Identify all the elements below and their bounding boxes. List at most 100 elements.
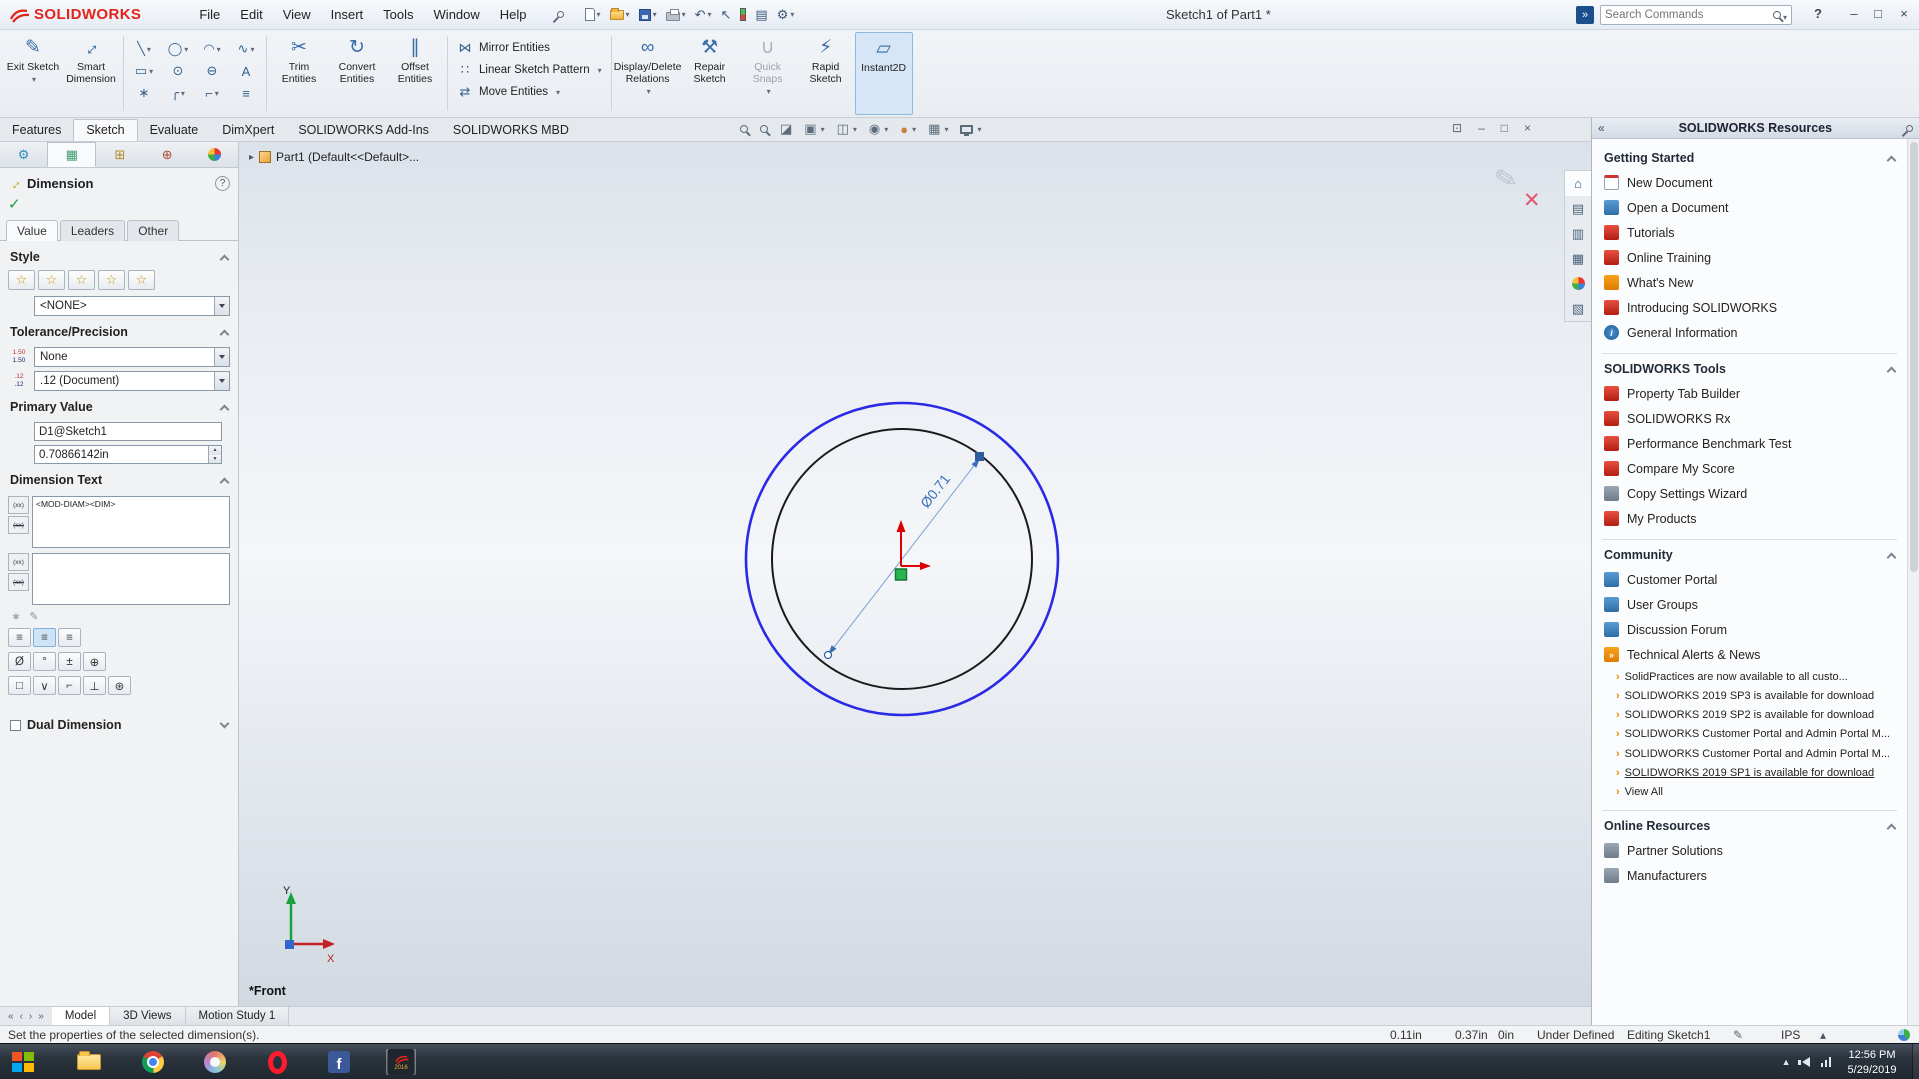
style-preset-dropdown[interactable]: <NONE> (34, 296, 230, 316)
help-button[interactable]: ? (1814, 6, 1822, 21)
tab-solidworks-mbd[interactable]: SOLIDWORKS MBD (441, 120, 581, 141)
display-delete-relations-button[interactable]: ∞ Display/Delete Relations (614, 32, 682, 115)
justify-left-button[interactable]: ≡ (8, 628, 31, 647)
secondary-text-box[interactable] (32, 553, 230, 605)
add-parenthesis-button[interactable]: (xx) (8, 496, 29, 514)
exit-sketch-flyout[interactable] (30, 73, 36, 85)
item-online-training[interactable]: Online Training (1602, 245, 1897, 270)
tolerance-section-header[interactable]: Tolerance/Precision (0, 316, 238, 343)
window-close-button[interactable]: × (1893, 6, 1915, 21)
opera-taskbar-button[interactable] (262, 1049, 292, 1075)
view-all-link[interactable]: › View All (1602, 783, 1897, 802)
dropdown-button[interactable] (214, 297, 229, 315)
item-customer-portal[interactable]: Customer Portal (1602, 567, 1897, 592)
network-icon[interactable] (1820, 1057, 1831, 1067)
style-section-header[interactable]: Style (0, 241, 238, 268)
news-item[interactable]: › SOLIDWORKS 2019 SP2 is available for do… (1602, 706, 1897, 725)
search-input[interactable] (1605, 9, 1773, 21)
exit-sketch-button[interactable]: ✎ Exit Sketch (4, 32, 62, 115)
3dexperience-status-icon[interactable] (1898, 1029, 1910, 1041)
dimension-text-section-header[interactable]: Dimension Text (0, 464, 238, 491)
menu-help[interactable]: Help (490, 2, 537, 27)
load-style-button[interactable]: ☆ (128, 270, 155, 290)
fillet-tool-button[interactable]: ╭ (161, 82, 195, 104)
circle-tool-button[interactable]: ◯ (161, 38, 195, 60)
menu-view[interactable]: View (273, 2, 321, 27)
file-explorer-taskbar-button[interactable] (74, 1049, 104, 1075)
add-style-button[interactable]: ☆ (38, 270, 65, 290)
news-item-link[interactable]: › SOLIDWORKS 2019 SP1 is available for do… (1602, 763, 1897, 782)
window-restore-button[interactable]: □ (1867, 6, 1889, 21)
item-compare-my-score[interactable]: Compare My Score (1602, 456, 1897, 481)
design-library-tab[interactable]: ▤ (1565, 196, 1591, 221)
tab-leaders[interactable]: Leaders (59, 220, 126, 241)
search-icon[interactable] (1772, 11, 1781, 19)
feature-manager-tab[interactable]: ⚙ (0, 142, 47, 167)
repair-sketch-button[interactable]: ⚒ Repair Sketch (681, 32, 739, 115)
online-resources-header[interactable]: Online Resources (1602, 811, 1897, 838)
tab-model[interactable]: Model (51, 1007, 111, 1025)
convert-entities-button[interactable]: ↻ Convert Entities (328, 32, 386, 115)
sketch-canvas[interactable]: Ø0.71 (239, 142, 1591, 1006)
slot-tool-button[interactable]: ⊙ (161, 60, 195, 82)
value-spinner[interactable]: ▲ ▼ (208, 446, 221, 463)
item-new-document[interactable]: New Document (1602, 170, 1897, 195)
item-partner-solutions[interactable]: Partner Solutions (1602, 838, 1897, 863)
start-button[interactable] (8, 1049, 38, 1075)
property-manager-tab[interactable]: ▦ (47, 142, 97, 167)
instant2d-button[interactable]: ▱ Instant2D (854, 32, 913, 115)
item-manufacturers[interactable]: Manufacturers (1602, 863, 1897, 888)
options-button[interactable]: ⚙ (774, 4, 798, 26)
sheet-properties-button[interactable]: ▤ (752, 4, 770, 26)
center-dimension-icon[interactable]: ∗ (8, 610, 24, 623)
item-tutorials[interactable]: Tutorials (1602, 220, 1897, 245)
tab-other[interactable]: Other (127, 220, 180, 241)
centerline-symbol-button[interactable]: ⊕ (83, 652, 106, 671)
more-symbols-button[interactable]: ⊛ (108, 676, 131, 695)
show-desktop-button[interactable] (1912, 1044, 1919, 1079)
display-manager-tab[interactable] (191, 142, 238, 167)
rapid-sketch-button[interactable]: ⚡ Rapid Sketch (797, 32, 855, 115)
undo-button[interactable]: ↶ (692, 4, 715, 26)
tray-expand-icon[interactable]: ▲ (1782, 1057, 1791, 1067)
rectangle-tool-button[interactable]: ▭ (127, 60, 161, 82)
new-document-button[interactable] (582, 4, 604, 26)
menu-pin-icon[interactable] (555, 9, 565, 20)
zoom-fit-button[interactable] (740, 125, 748, 133)
item-general-information[interactable]: i General Information (1602, 320, 1897, 345)
item-introducing-solidworks[interactable]: Introducing SOLIDWORKS (1602, 295, 1897, 320)
configuration-manager-tab[interactable]: ⊞ (96, 142, 143, 167)
paint-taskbar-button[interactable] (200, 1049, 230, 1075)
menu-window[interactable]: Window (424, 2, 490, 27)
tab-3d-views[interactable]: 3D Views (110, 1007, 186, 1025)
zoom-area-button[interactable] (760, 125, 768, 133)
precision-dropdown[interactable]: .12 (Document) (34, 371, 230, 391)
unit-system-dropdown-icon[interactable]: ▴ (1820, 1028, 1826, 1042)
collapse-pane-icon[interactable]: « (1598, 121, 1605, 135)
print-button[interactable] (663, 4, 689, 26)
hatch-tool-button[interactable]: ≡ (229, 82, 263, 104)
smart-dimension-button[interactable]: ↔ Smart Dimension (62, 32, 120, 115)
apply-default-style-button[interactable]: ☆ (8, 270, 35, 290)
view-orientation-button[interactable]: ▣ (804, 121, 824, 137)
graphics-area[interactable]: ▸ Part1 (Default<<Default>... Ø0.71 ✎ ✕ … (239, 142, 1591, 1006)
chrome-taskbar-button[interactable] (138, 1049, 168, 1075)
first-tab-icon[interactable]: « (8, 1011, 14, 1022)
dimension-name-field[interactable] (34, 422, 222, 441)
linear-sketch-pattern-button[interactable]: ∷ Linear Sketch Pattern (457, 62, 602, 78)
dimxpert-manager-tab[interactable]: ⊕ (144, 142, 191, 167)
tab-motion-study[interactable]: Motion Study 1 (185, 1007, 290, 1025)
help-icon[interactable]: ? (215, 176, 230, 191)
taskbar-clock[interactable]: 12:56 PM 5/29/2019 (1835, 1048, 1909, 1078)
diameter-symbol-button[interactable]: Ø (8, 652, 31, 671)
justify-center-button[interactable]: ≡ (33, 628, 56, 647)
window-minimize-button[interactable]: – (1843, 6, 1865, 21)
pin-pane-icon[interactable] (1904, 123, 1915, 133)
community-header[interactable]: Community (1602, 540, 1897, 567)
scrollbar-thumb[interactable] (1910, 142, 1918, 572)
custom-properties-tab[interactable]: ▧ (1565, 296, 1591, 321)
spin-up-icon[interactable]: ▲ (208, 446, 221, 455)
tab-sketch[interactable]: Sketch (73, 119, 138, 141)
justify-right-button[interactable]: ≡ (58, 628, 81, 647)
macro-button[interactable] (737, 4, 749, 26)
